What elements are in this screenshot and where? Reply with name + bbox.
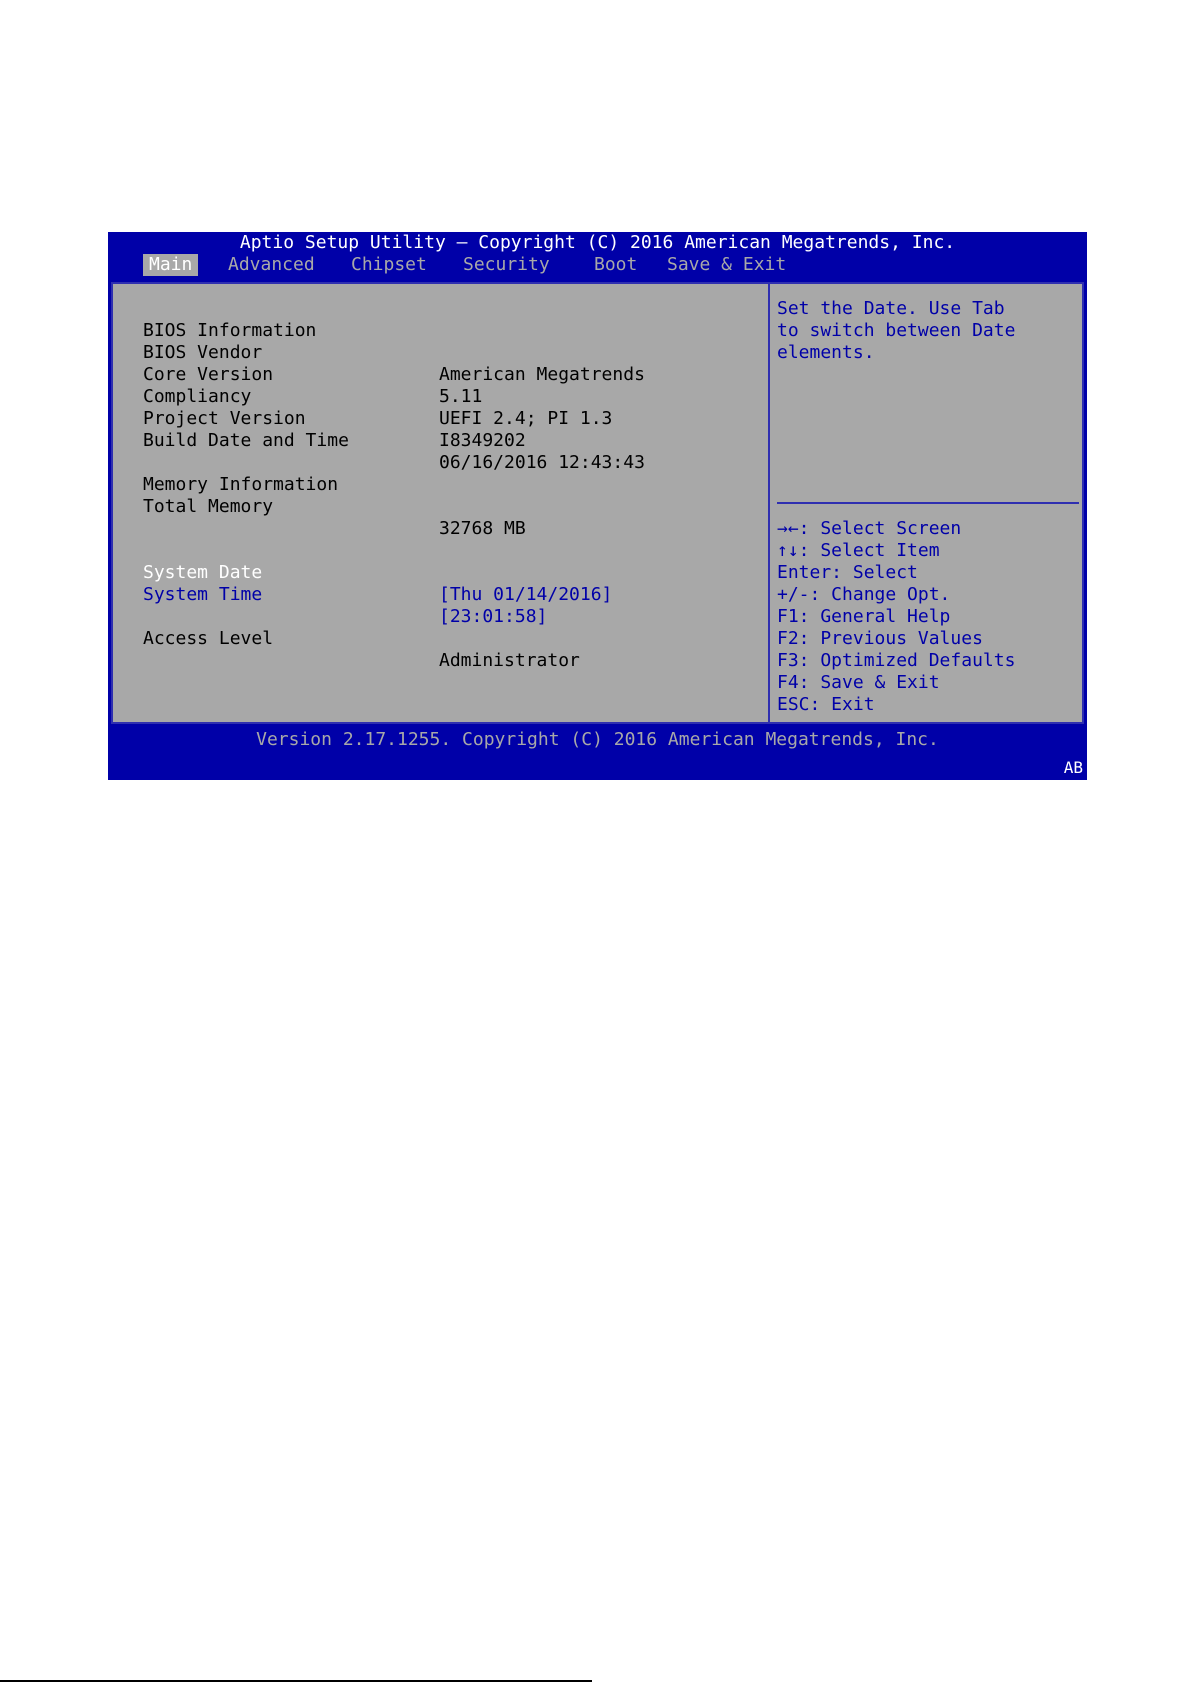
tab-security[interactable]: Security: [457, 254, 556, 276]
key-hint-select-item: ↑↓: Select Item: [777, 540, 940, 561]
help-divider-horizontal: [777, 502, 1079, 504]
tab-save-exit[interactable]: Save & Exit: [661, 254, 792, 276]
compliancy-value: UEFI 2.4; PI 1.3: [439, 408, 613, 429]
main-panel: BIOS Information BIOS Vendor American Me…: [111, 282, 1084, 724]
project-version-value: I8349202: [439, 430, 526, 451]
help-description-line: to switch between Date: [777, 320, 1016, 341]
page-bottom-rule: [0, 1680, 592, 1682]
system-date-value[interactable]: [Thu 01/14/2016]: [439, 584, 612, 606]
system-time-value[interactable]: [23:01:58]: [439, 606, 547, 628]
tab-main[interactable]: Main: [143, 254, 199, 276]
access-level-value: Administrator: [439, 650, 580, 671]
key-hint-f2: F2: Previous Values: [777, 628, 983, 649]
title-bar: Aptio Setup Utility – Copyright (C) 2016…: [239, 232, 956, 253]
key-hint-enter: Enter: Select: [777, 562, 918, 583]
version-footer: Version 2.17.1255. Copyright (C) 2016 Am…: [256, 729, 939, 750]
panel-divider-vertical: [768, 284, 770, 722]
tab-advanced[interactable]: Advanced: [222, 254, 321, 276]
key-hint-f4: F4: Save & Exit: [777, 672, 940, 693]
tab-chipset[interactable]: Chipset: [345, 254, 433, 276]
menu-bar: Main Advanced Chipset Security Boot Save…: [108, 254, 1087, 276]
key-hint-f3: F3: Optimized Defaults: [777, 650, 1016, 671]
core-version-value: 5.11: [439, 386, 483, 407]
access-level-label: Access Level: [143, 628, 274, 649]
build-date-label: Build Date and Time: [143, 430, 349, 451]
help-description-line: elements.: [777, 342, 875, 363]
help-description-line: Set the Date. Use Tab: [777, 298, 1005, 319]
system-time-label: System Time: [143, 584, 263, 605]
total-memory-value: 32768 MB: [439, 518, 526, 539]
key-hint-change-opt: +/-: Change Opt.: [777, 584, 951, 605]
corner-badge: AB: [1063, 758, 1083, 777]
tab-boot[interactable]: Boot: [588, 254, 643, 276]
bios-vendor-value: American Megatrends: [439, 364, 645, 385]
key-hint-esc: ESC: Exit: [777, 694, 875, 715]
total-memory-label: Total Memory: [143, 496, 274, 517]
bios-setup-screen: Aptio Setup Utility – Copyright (C) 2016…: [108, 232, 1087, 780]
key-hint-f1: F1: General Help: [777, 606, 951, 627]
build-date-value: 06/16/2016 12:43:43: [439, 452, 645, 473]
key-hint-select-screen: →←: Select Screen: [777, 518, 962, 539]
access-level-row: Access Level Administrator: [143, 606, 580, 694]
